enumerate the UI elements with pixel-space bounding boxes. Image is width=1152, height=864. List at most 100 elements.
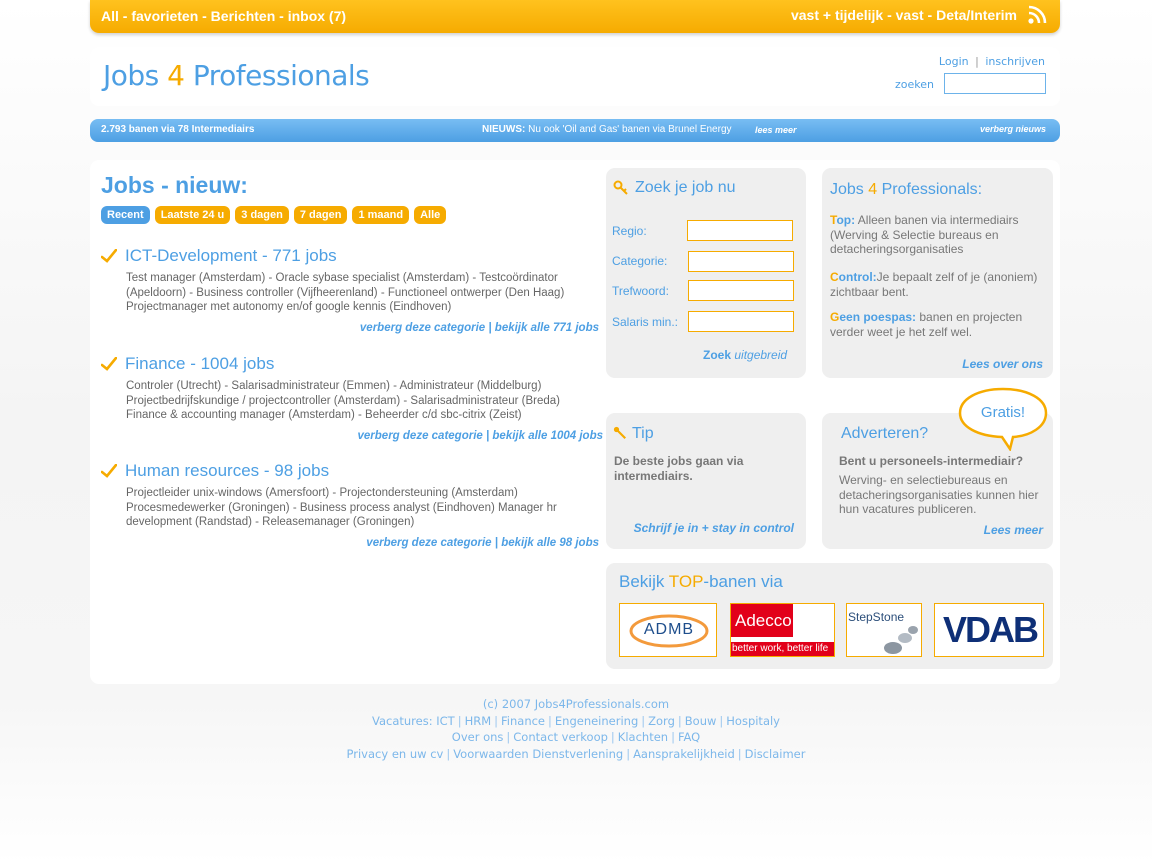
site-footer: (c) 2007 Jobs4Professionals.com Vacature… — [0, 696, 1152, 762]
gratis-text: Gratis! — [980, 404, 1026, 421]
news-more-link[interactable]: lees meer — [755, 125, 797, 135]
about-title-jobs: Jobs — [830, 181, 869, 198]
checkmark-icon — [101, 249, 117, 263]
footer-link-bouw[interactable]: Bouw — [685, 714, 717, 728]
view-all-link[interactable]: bekijk alle 771 jobs — [495, 322, 599, 334]
filter-3-days[interactable]: 3 dagen — [235, 206, 289, 224]
footer-link-faq[interactable]: FAQ — [678, 730, 700, 744]
separator: | — [671, 730, 675, 744]
hide-news-link[interactable]: verberg nieuws — [980, 124, 1046, 134]
category-title[interactable]: Finance - 1004 jobs — [125, 354, 274, 374]
about-item-top: Top: Alleen banen via intermediairs (Wer… — [830, 213, 1045, 257]
category-job-list[interactable]: Projectleider unix-windows (Amersfoort) … — [126, 486, 604, 530]
footer-link-finance[interactable]: Finance — [501, 714, 545, 728]
footer-link-liability[interactable]: Aansprakelijkheid — [633, 747, 735, 761]
about-text: Alleen banen via intermediairs (Werving … — [830, 213, 1019, 256]
filter-last-24h[interactable]: Laatste 24 u — [154, 206, 231, 224]
rss-icon[interactable] — [1026, 4, 1048, 26]
view-all-link[interactable]: bekijk alle 1004 jobs — [492, 430, 603, 442]
footer-copyright: (c) 2007 Jobs4Professionals.com — [482, 697, 670, 711]
vdab-logo[interactable]: VDAB — [934, 603, 1044, 657]
separator: | — [975, 55, 979, 68]
footer-link-complaints[interactable]: Klachten — [618, 730, 668, 744]
footer-link-terms[interactable]: Voorwaarden Dienstverlening — [453, 747, 623, 761]
salary-label: Salaris min.: — [612, 315, 679, 329]
region-input[interactable] — [687, 220, 793, 241]
login-link[interactable]: Login — [939, 55, 969, 68]
search-submit: Zoek uitgebreid — [703, 348, 787, 362]
adecco-logo[interactable]: Adecco better work, better life — [730, 603, 835, 657]
keyword-input[interactable] — [688, 280, 794, 301]
site-logo[interactable]: Jobs 4 Professionals — [103, 59, 370, 92]
footer-link-contact[interactable]: Contact verkoop — [513, 730, 608, 744]
tip-box: Tip De beste jobs gaan via intermediairs… — [606, 413, 806, 549]
news-label: NIEUWS: — [482, 124, 526, 135]
footer-legal-links: Privacy en uw cv | Voorwaarden Dienstverle… — [0, 746, 1152, 763]
advertise-text: Werving- en selectiebureaus en detacheri… — [839, 473, 1039, 516]
search-button[interactable]: Zoek — [703, 348, 731, 362]
jobs-new-title: Jobs - nieuw: — [101, 172, 248, 198]
top-nav-left-links[interactable]: All - favorieten - Berichten - inbox (7) — [101, 8, 346, 24]
separator: | — [719, 713, 724, 728]
search-input[interactable] — [944, 73, 1046, 94]
read-about-us-link[interactable]: Lees over ons — [962, 357, 1043, 371]
stepstone-logo[interactable]: StepStone — [846, 603, 922, 657]
news-bar: 2.793 banen via 78 Intermediairs NIEUWS:… — [90, 119, 1060, 142]
separator: | — [677, 713, 682, 728]
footer-link-hospitaly[interactable]: Hospitaly — [726, 714, 780, 728]
region-label: Regio: — [612, 224, 647, 238]
adecco-logo-text: Adecco — [735, 611, 792, 630]
filter-all[interactable]: Alle — [414, 206, 447, 224]
logo-text-professionals: Professionals — [184, 59, 370, 92]
top-navigation-bar: All - favorieten - Berichten - inbox (7)… — [90, 0, 1060, 33]
top-title-part1: Bekijk — [619, 572, 669, 591]
category-title[interactable]: ICT-Development - 771 jobs — [125, 246, 337, 266]
logo-text-jobs: Jobs — [103, 59, 168, 92]
footer-link-about[interactable]: Over ons — [452, 730, 504, 744]
separator: | — [641, 713, 646, 728]
read-more-link[interactable]: Lees meer — [984, 523, 1043, 537]
separator: | — [626, 746, 631, 761]
admb-logo[interactable]: ADMB — [619, 603, 717, 657]
footer-link-engineering[interactable]: Engeneinering — [555, 714, 638, 728]
about-item-control: Control:Je bepaalt zelf of je (anoniem) … — [830, 270, 1045, 299]
register-link[interactable]: inschrijven — [985, 55, 1045, 68]
category-title[interactable]: Human resources - 98 jobs — [125, 461, 329, 481]
top-nav-right-links[interactable]: vast + tijdelijk - vast - Deta/Interim — [791, 7, 1017, 23]
footer-vacancies-label: Vacatures: — [371, 713, 433, 728]
hide-category-link[interactable]: verberg deze categorie — [358, 430, 483, 442]
category-job-list[interactable]: Test manager (Amsterdam) - Oracle sybase… — [126, 271, 604, 315]
site-header: Jobs 4 Professionals Login | inschrijven… — [90, 47, 1060, 106]
about-item-no-fuss: Geen poespas: banen en projecten verder … — [830, 310, 1045, 339]
filter-1-month[interactable]: 1 maand — [352, 206, 410, 224]
footer-link-privacy[interactable]: Privacy en uw cv — [347, 747, 444, 761]
footer-link-hrm[interactable]: HRM — [465, 714, 492, 728]
about-letter: G — [830, 310, 840, 324]
filter-recent[interactable]: Recent — [101, 206, 150, 224]
view-all-link[interactable]: bekijk alle 98 jobs — [501, 537, 599, 549]
category-actions: verberg deze categorie | bekijk alle 98 … — [366, 537, 599, 549]
admb-logo-text: ADMB — [643, 621, 695, 638]
footer-link-ict[interactable]: ICT — [436, 714, 454, 728]
about-keyword: ontrol: — [838, 270, 877, 284]
signup-link[interactable]: Schrijf je in + stay in control — [634, 521, 794, 535]
hide-category-link[interactable]: verberg deze categorie — [360, 322, 485, 334]
separator: | — [446, 746, 451, 761]
salary-input[interactable] — [688, 311, 794, 332]
news-message: Nu ook 'Oil and Gas' banen via Brunel En… — [525, 124, 732, 135]
checkmark-icon — [101, 464, 117, 478]
gratis-speech-balloon[interactable]: Gratis! — [958, 387, 1048, 451]
hide-category-link[interactable]: verberg deze categorie — [366, 537, 491, 549]
footer-link-disclaimer[interactable]: Disclaimer — [745, 747, 806, 761]
category-job-list[interactable]: Controler (Utrecht) - Salarisadministrat… — [126, 379, 604, 423]
filter-7-days[interactable]: 7 dagen — [293, 206, 348, 224]
search-box-title: Zoek je job nu — [635, 179, 736, 196]
footer-link-zorg[interactable]: Zorg — [648, 714, 675, 728]
keyword-label: Trefwoord: — [612, 284, 669, 298]
advanced-search-link[interactable]: uitgebreid — [734, 348, 787, 362]
vdab-logo-text: VDAB — [942, 609, 1039, 650]
account-links: Login | inschrijven — [939, 55, 1045, 68]
category-input[interactable] — [688, 251, 794, 272]
top-jobs-title: Bekijk TOP-banen via — [619, 572, 783, 592]
tip-text: De beste jobs gaan via intermediairs. — [614, 454, 744, 483]
